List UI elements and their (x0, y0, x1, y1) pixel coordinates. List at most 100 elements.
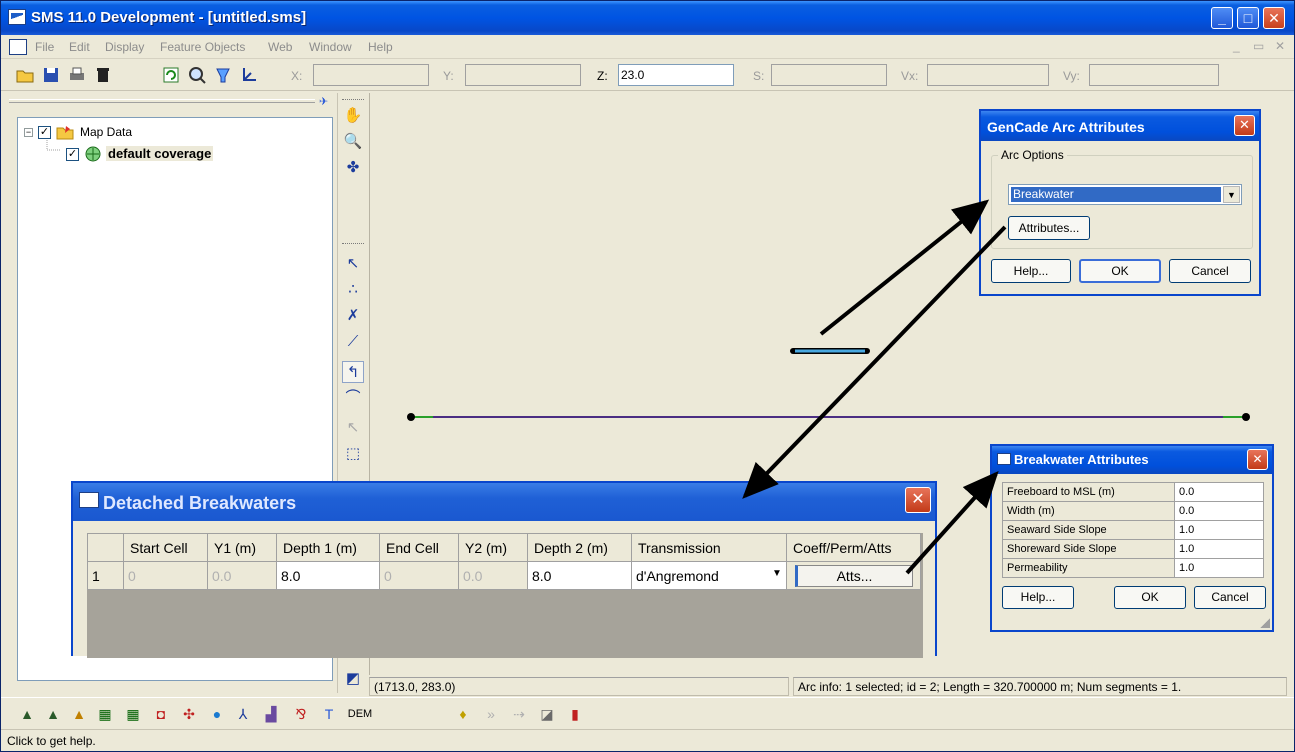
create-arc-icon[interactable]: ⌒ (342, 387, 364, 409)
axes-icon[interactable] (239, 65, 259, 85)
chevron-down-icon[interactable]: ▼ (770, 568, 784, 579)
select-arc-icon[interactable]: ↰ (342, 361, 364, 383)
gencade-cancel-button[interactable]: Cancel (1169, 259, 1251, 283)
menu-feature-objects[interactable]: Feature Objects (160, 40, 245, 54)
gencade-ok-button[interactable]: OK (1079, 259, 1161, 283)
menu-display[interactable]: Display (105, 40, 144, 54)
coverage-checkbox[interactable]: ✓ (66, 148, 79, 161)
print-icon[interactable] (67, 65, 87, 85)
raster-module-icon[interactable]: ◘ (151, 704, 171, 724)
menu-help[interactable]: Help (368, 40, 393, 54)
breakwater-close-button[interactable]: ✕ (1247, 449, 1268, 470)
map-module-icon[interactable]: ✣ (179, 704, 199, 724)
x-coord-field[interactable] (313, 64, 429, 86)
gis-module-icon[interactable]: ● (207, 704, 227, 724)
tree-item-default-coverage[interactable]: ✓ default coverage (38, 146, 258, 164)
model-launch-icon[interactable]: ⇢ (509, 704, 529, 724)
detached-close-button[interactable]: ✕ (905, 487, 931, 513)
refresh-icon[interactable] (161, 65, 181, 85)
attr-value-input[interactable]: 1.0 (1174, 520, 1264, 540)
frame-zoom-icon[interactable] (187, 65, 207, 85)
create-node-icon[interactable]: ∴ (342, 279, 364, 301)
create-vertex-icon[interactable]: ⟋ (342, 331, 364, 353)
mdi-restore-icon[interactable]: ▭ (1253, 39, 1264, 53)
attr-value-input[interactable]: 0.0 (1174, 482, 1264, 502)
vx-coord-field[interactable] (927, 64, 1049, 86)
display-options-icon[interactable] (213, 65, 233, 85)
attr-value-input[interactable]: 1.0 (1174, 558, 1264, 578)
collapse-icon[interactable]: − (24, 128, 33, 137)
window-title: SMS 11.0 Development - [untitled.sms] (31, 9, 307, 26)
select-polygon-icon[interactable]: ⬚ (342, 443, 364, 465)
pin-icon[interactable]: ✈ (319, 95, 331, 108)
breakwater-dialog-title[interactable]: Breakwater Attributes (992, 446, 1272, 474)
select-feature-point-icon[interactable]: ↖ (342, 253, 364, 275)
dem-module-icon[interactable]: DEM (347, 704, 373, 724)
particle-module-icon[interactable]: ⅄ (233, 704, 253, 724)
breakwater-cancel-button[interactable]: Cancel (1194, 586, 1266, 609)
y-coord-field[interactable] (465, 64, 581, 86)
grid-module-icon[interactable]: ▦ (95, 704, 115, 724)
model-check-icon[interactable]: » (481, 704, 501, 724)
rotate-tool-icon[interactable]: ✤ (342, 157, 364, 179)
breakwater-ok-button[interactable]: OK (1114, 586, 1186, 609)
menu-file[interactable]: File (35, 40, 54, 54)
breakwater-help-button[interactable]: Help... (1002, 586, 1074, 609)
resize-grip-icon[interactable] (1260, 618, 1270, 628)
panel-grip[interactable] (9, 99, 315, 103)
model-control-icon[interactable]: ◪ (537, 704, 557, 724)
attributes-button[interactable]: Attributes... (1008, 216, 1090, 240)
document-icon[interactable] (9, 39, 27, 55)
depth2-input[interactable]: 8.0 (527, 561, 632, 590)
delete-trash-icon[interactable] (93, 65, 113, 85)
zoom-tool-icon[interactable]: 🔍 (342, 131, 364, 153)
dialog-app-icon (997, 453, 1011, 465)
gencade-dialog-title[interactable]: GenCade Arc Attributes (981, 111, 1259, 141)
mdi-close-icon[interactable]: ✕ (1275, 39, 1285, 53)
generic-model-icon[interactable]: T (319, 704, 339, 724)
1d-grid-module-icon[interactable]: ⅋ (291, 704, 311, 724)
pan-tool-icon[interactable]: ✋ (342, 105, 364, 127)
close-button[interactable]: ✕ (1263, 7, 1285, 29)
open-folder-icon[interactable] (15, 65, 35, 85)
quadtree-module-icon[interactable]: ▟ (261, 704, 281, 724)
gencade-help-button[interactable]: Help... (991, 259, 1071, 283)
breakwater-grid[interactable]: Start Cell Y1 (m) Depth 1 (m) End Cell Y… (87, 533, 923, 658)
atts-button[interactable]: Atts... (794, 564, 913, 587)
palette-grip-top[interactable] (342, 99, 364, 102)
select-vertex-icon[interactable]: ✗ (342, 305, 364, 327)
scatter-module-icon[interactable]: ▲ (69, 704, 89, 724)
save-icon[interactable] (41, 65, 61, 85)
detached-dialog-title[interactable]: Detached Breakwaters (73, 483, 935, 521)
curvilinear-grid-module-icon[interactable]: ▦ (123, 704, 143, 724)
mdi-minimize-icon[interactable]: _ (1233, 39, 1240, 53)
palette-grip-mid[interactable] (342, 243, 364, 246)
cartesian-grid-module-icon[interactable]: ▲ (43, 704, 63, 724)
gencade-close-button[interactable]: ✕ (1234, 115, 1255, 136)
attr-value-input[interactable]: 0.0 (1174, 501, 1264, 521)
tree-connector-line (46, 140, 61, 151)
minimize-button[interactable]: _ (1211, 7, 1233, 29)
menu-web[interactable]: Web (268, 40, 292, 54)
title-bar[interactable]: SMS 11.0 Development - [untitled.sms] _ … (1, 1, 1294, 35)
menu-edit[interactable]: Edit (69, 40, 90, 54)
s-coord-field[interactable] (771, 64, 887, 86)
mesh-module-icon[interactable]: ▲ (17, 704, 37, 724)
row-index: 1 (87, 561, 124, 590)
model-run-icon[interactable]: ♦ (453, 704, 473, 724)
z-coord-label: Z: (597, 69, 608, 83)
gencade-arc-attributes-dialog: GenCade Arc Attributes ✕ Arc Options Bre… (979, 109, 1261, 296)
attr-value-input[interactable]: 1.0 (1174, 539, 1264, 559)
model-plot-icon[interactable]: ▮ (565, 704, 585, 724)
depth1-input[interactable]: 8.0 (276, 561, 380, 590)
menu-window[interactable]: Window (309, 40, 352, 54)
chevron-down-icon[interactable]: ▼ (1223, 186, 1240, 203)
arc-type-dropdown[interactable]: Breakwater ▼ (1008, 184, 1242, 205)
transmission-dropdown[interactable]: d'Angremond ▼ (631, 561, 787, 590)
maximize-button[interactable]: □ (1237, 7, 1259, 29)
z-coord-field[interactable]: 23.0 (618, 64, 734, 86)
select-arc-group-icon[interactable]: ↖ (342, 417, 364, 439)
map-data-checkbox[interactable]: ✓ (38, 126, 51, 139)
vy-coord-field[interactable] (1089, 64, 1219, 86)
annotation-icon[interactable]: ◩ (342, 668, 364, 690)
